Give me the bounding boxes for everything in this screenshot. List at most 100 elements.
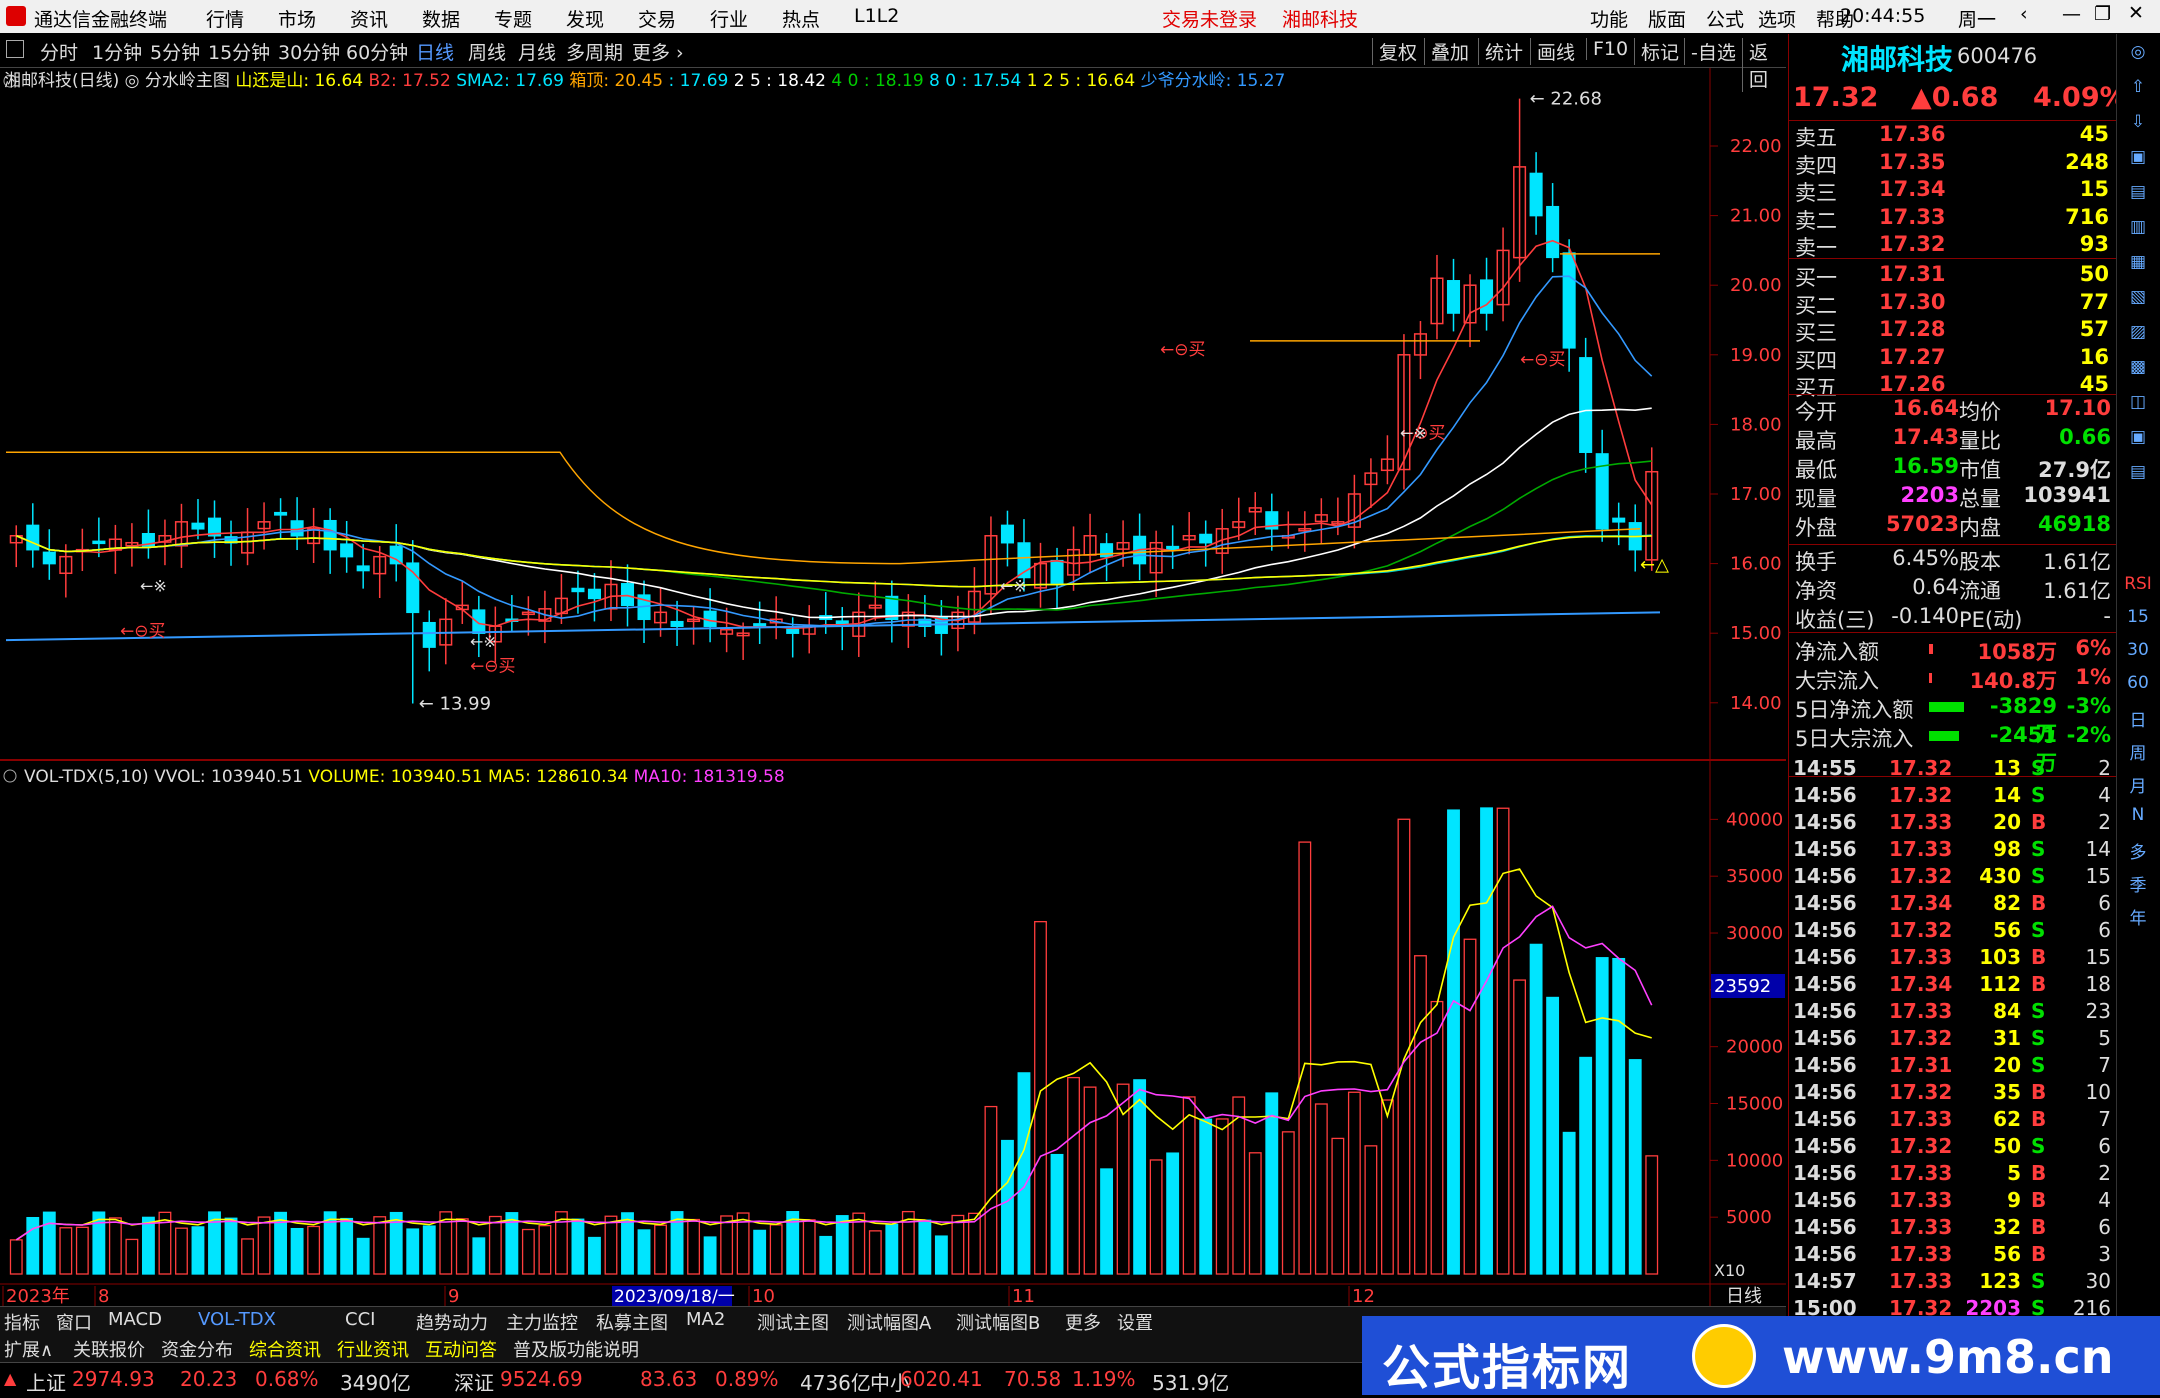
side-period-1[interactable]: 15: [2123, 607, 2153, 633]
right-menu-3[interactable]: 选项: [1758, 5, 1796, 32]
bid-label: 买四: [1795, 348, 1837, 373]
period-9[interactable]: 多周期: [566, 38, 623, 65]
volume-bar: [175, 1227, 188, 1275]
side-tool-icon[interactable]: ▧: [2123, 287, 2153, 313]
side-period-7[interactable]: N: [2123, 805, 2153, 831]
volume-bar: [1480, 807, 1493, 1275]
tool-btn-6[interactable]: -自选: [1684, 38, 1736, 65]
menu-8[interactable]: 热点: [782, 5, 820, 32]
menu-2[interactable]: 资讯: [350, 5, 388, 32]
indicator-tab-13[interactable]: 设置: [1117, 1309, 1153, 1335]
side-tool-icon[interactable]: ⇩: [2123, 112, 2153, 138]
indicator-tab-11[interactable]: 测试幅图B: [956, 1309, 1040, 1335]
menu-4[interactable]: 专题: [494, 5, 532, 32]
menu-7[interactable]: 行业: [710, 5, 748, 32]
tool-btn-1[interactable]: 叠加: [1424, 38, 1469, 65]
tool-btn-3[interactable]: 画线: [1530, 38, 1575, 65]
right-menu-0[interactable]: 功能: [1590, 5, 1628, 32]
indicator-tab-2[interactable]: MACD: [108, 1309, 162, 1330]
menu-6[interactable]: 交易: [638, 5, 676, 32]
side-tool-icon[interactable]: ▩: [2123, 357, 2153, 383]
right-menu-2[interactable]: 公式: [1706, 5, 1744, 32]
volume-bar: [1414, 955, 1427, 1275]
side-period-3[interactable]: 60: [2123, 673, 2153, 699]
indicator-tab-9[interactable]: 测试主图: [757, 1309, 829, 1335]
ext-tab-4[interactable]: 行业资讯: [337, 1336, 409, 1362]
restore-icon[interactable]: ❐: [2094, 3, 2111, 25]
indicator-tab-3[interactable]: VOL-TDX: [198, 1309, 276, 1330]
indicator-tab-7[interactable]: 私募主图: [596, 1309, 668, 1335]
indicator-tab-12[interactable]: 更多: [1065, 1309, 1101, 1335]
menu-5[interactable]: 发现: [566, 5, 604, 32]
menu-9[interactable]: L1L2: [854, 5, 899, 27]
ext-tab-1[interactable]: 关联报价: [73, 1336, 145, 1362]
period-4[interactable]: 30分钟: [278, 38, 340, 65]
right-menu-4[interactable]: 帮助: [1816, 5, 1854, 32]
side-tool-icon[interactable]: ▤: [2123, 462, 2153, 488]
side-period-9[interactable]: 季: [2123, 871, 2153, 897]
minimize-icon[interactable]: —: [2062, 3, 2081, 25]
collapse-icon[interactable]: [6, 40, 24, 58]
back-icon[interactable]: ‹: [2020, 3, 2028, 25]
stat-value: 0.66: [2059, 425, 2111, 449]
side-period-8[interactable]: 多: [2123, 838, 2153, 864]
indicator-tab-6[interactable]: 主力监控: [506, 1309, 578, 1335]
side-tool-icon[interactable]: ▦: [2123, 252, 2153, 278]
period-7[interactable]: 周线: [468, 38, 506, 65]
vol-toggle-icon[interactable]: [3, 769, 17, 783]
side-tool-icon[interactable]: ⇧: [2123, 77, 2153, 103]
tick-time: 14:56: [1793, 1134, 1857, 1158]
indicator-tab-4[interactable]: CCI: [345, 1309, 375, 1330]
ext-tab-0[interactable]: 扩展∧: [4, 1336, 53, 1362]
menu-0[interactable]: 行情: [206, 5, 244, 32]
period-5[interactable]: 60分钟: [346, 38, 408, 65]
volume-bar: [1645, 1155, 1659, 1275]
right-menu-1[interactable]: 版面: [1648, 5, 1686, 32]
side-tool-icon[interactable]: ▥: [2123, 217, 2153, 243]
indicator-tab-0[interactable]: 指标: [4, 1309, 40, 1335]
tool-btn-0[interactable]: 复权: [1372, 38, 1417, 65]
indicator-tab-8[interactable]: MA2: [686, 1309, 725, 1330]
side-period-2[interactable]: 30: [2123, 640, 2153, 666]
period-2[interactable]: 5分钟: [150, 38, 200, 65]
ext-tab-2[interactable]: 资金分布: [161, 1336, 233, 1362]
period-10[interactable]: 更多 ›: [632, 38, 684, 65]
period-6[interactable]: 日线: [416, 38, 454, 65]
period-1[interactable]: 1分钟: [92, 38, 142, 65]
side-tool-icon[interactable]: ▣: [2123, 427, 2153, 453]
indicator-tab-1[interactable]: 窗口: [56, 1309, 92, 1335]
side-period-4[interactable]: 日: [2123, 706, 2153, 732]
tick-time: 14:56: [1793, 837, 1857, 861]
side-tool-icon[interactable]: ◎: [2123, 42, 2153, 68]
period-3[interactable]: 15分钟: [208, 38, 270, 65]
ext-tab-6[interactable]: 普及版功能说明: [513, 1336, 639, 1362]
tool-btn-2[interactable]: 统计: [1478, 38, 1523, 65]
close-icon[interactable]: ✕: [2128, 2, 2144, 24]
side-period-5[interactable]: 周: [2123, 739, 2153, 765]
side-tool-icon[interactable]: ▨: [2123, 322, 2153, 348]
side-tool-icon[interactable]: ▣: [2123, 147, 2153, 173]
period-0[interactable]: 分时: [40, 38, 78, 65]
tick-count: 7: [2098, 1053, 2111, 1077]
ext-tab-5[interactable]: 互动问答: [425, 1336, 497, 1362]
side-tool-icon[interactable]: ▤: [2123, 182, 2153, 208]
side-period-0[interactable]: RSI: [2123, 574, 2153, 600]
app-title: 通达信金融终端: [34, 9, 168, 31]
login-status[interactable]: 交易未登录: [1162, 5, 1257, 32]
ext-tab-3[interactable]: 综合资讯: [249, 1336, 321, 1362]
tool-btn-4[interactable]: F10: [1586, 38, 1628, 60]
menu-3[interactable]: 数据: [422, 5, 460, 32]
period-8[interactable]: 月线: [518, 38, 556, 65]
indicator-tab-5[interactable]: 趋势动力: [416, 1309, 488, 1335]
watermark-banner: 公式指标网 www.9m8.cn: [1362, 1316, 2160, 1396]
tick-count: 14: [2085, 837, 2111, 861]
volume-bar: [455, 1218, 469, 1275]
side-tool-icon[interactable]: ◫: [2123, 392, 2153, 418]
kline-chart[interactable]: 22.00 21.00 20.00 19.00 18.00 17.00 16.00 15.00…: [0, 68, 1786, 1358]
side-period-6[interactable]: 月: [2123, 772, 2153, 798]
indicator-tab-10[interactable]: 测试幅图A: [847, 1309, 931, 1335]
menu-1[interactable]: 市场: [278, 5, 316, 32]
side-period-10[interactable]: 年: [2123, 904, 2153, 930]
volume-bar: [769, 1224, 783, 1275]
tool-btn-5[interactable]: 标记: [1634, 38, 1679, 65]
